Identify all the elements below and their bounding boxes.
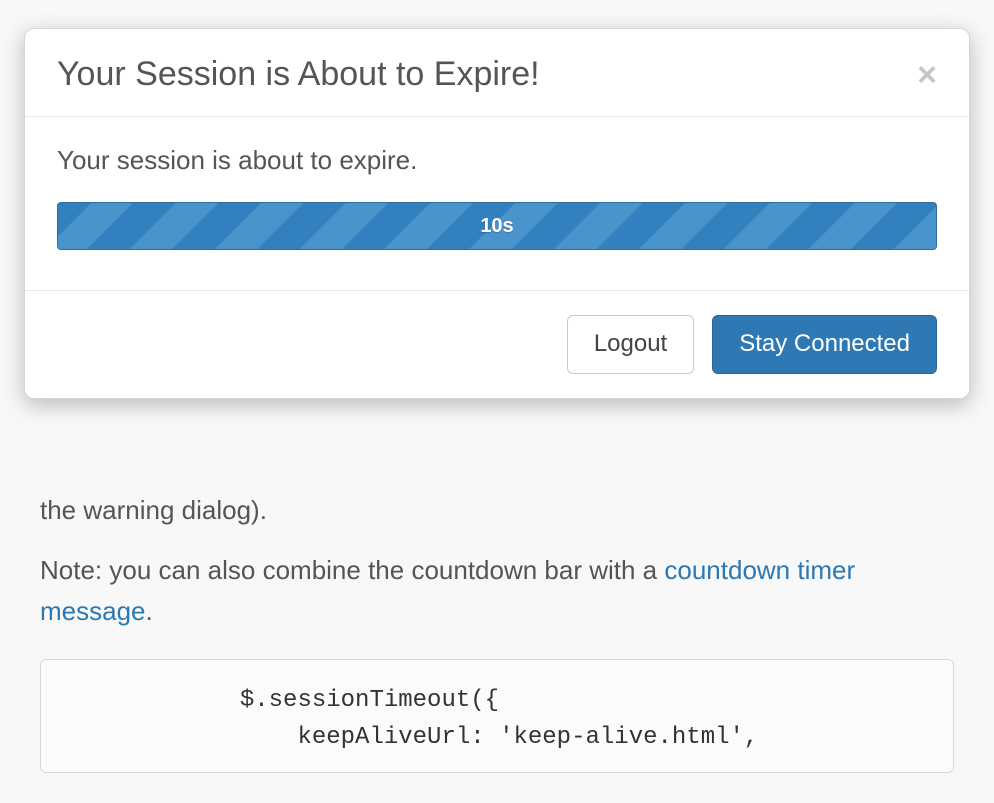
background-note: Note: you can also combine the countdown…: [40, 550, 954, 631]
progress-label: 10s: [480, 215, 513, 238]
modal-title: Your Session is About to Expire!: [57, 55, 540, 94]
code-block: $.sessionTimeout({ keepAliveUrl: 'keep-a…: [40, 659, 954, 773]
stay-connected-button[interactable]: Stay Connected: [712, 315, 937, 374]
countdown-progress-bar: 10s: [57, 202, 937, 250]
session-timeout-modal: Your Session is About to Expire! × Your …: [24, 28, 970, 399]
modal-body: Your session is about to expire. 10s: [25, 117, 969, 290]
code-line-2: [67, 724, 240, 751]
code-line-1: [67, 687, 240, 714]
background-fragment-text: the warning dialog).: [40, 490, 954, 530]
progress-fill: 10s: [58, 203, 936, 249]
code-text-2: keepAliveUrl: 'keep-alive.html',: [240, 724, 758, 751]
note-prefix: Note: you can also combine the countdown…: [40, 555, 664, 585]
modal-header: Your Session is About to Expire! ×: [25, 29, 969, 117]
modal-message: Your session is about to expire.: [57, 145, 937, 176]
close-icon[interactable]: ×: [917, 58, 937, 92]
note-suffix: .: [146, 596, 153, 626]
code-text-1: $.sessionTimeout({: [240, 687, 499, 714]
modal-footer: Logout Stay Connected: [25, 290, 969, 398]
logout-button[interactable]: Logout: [567, 315, 694, 374]
